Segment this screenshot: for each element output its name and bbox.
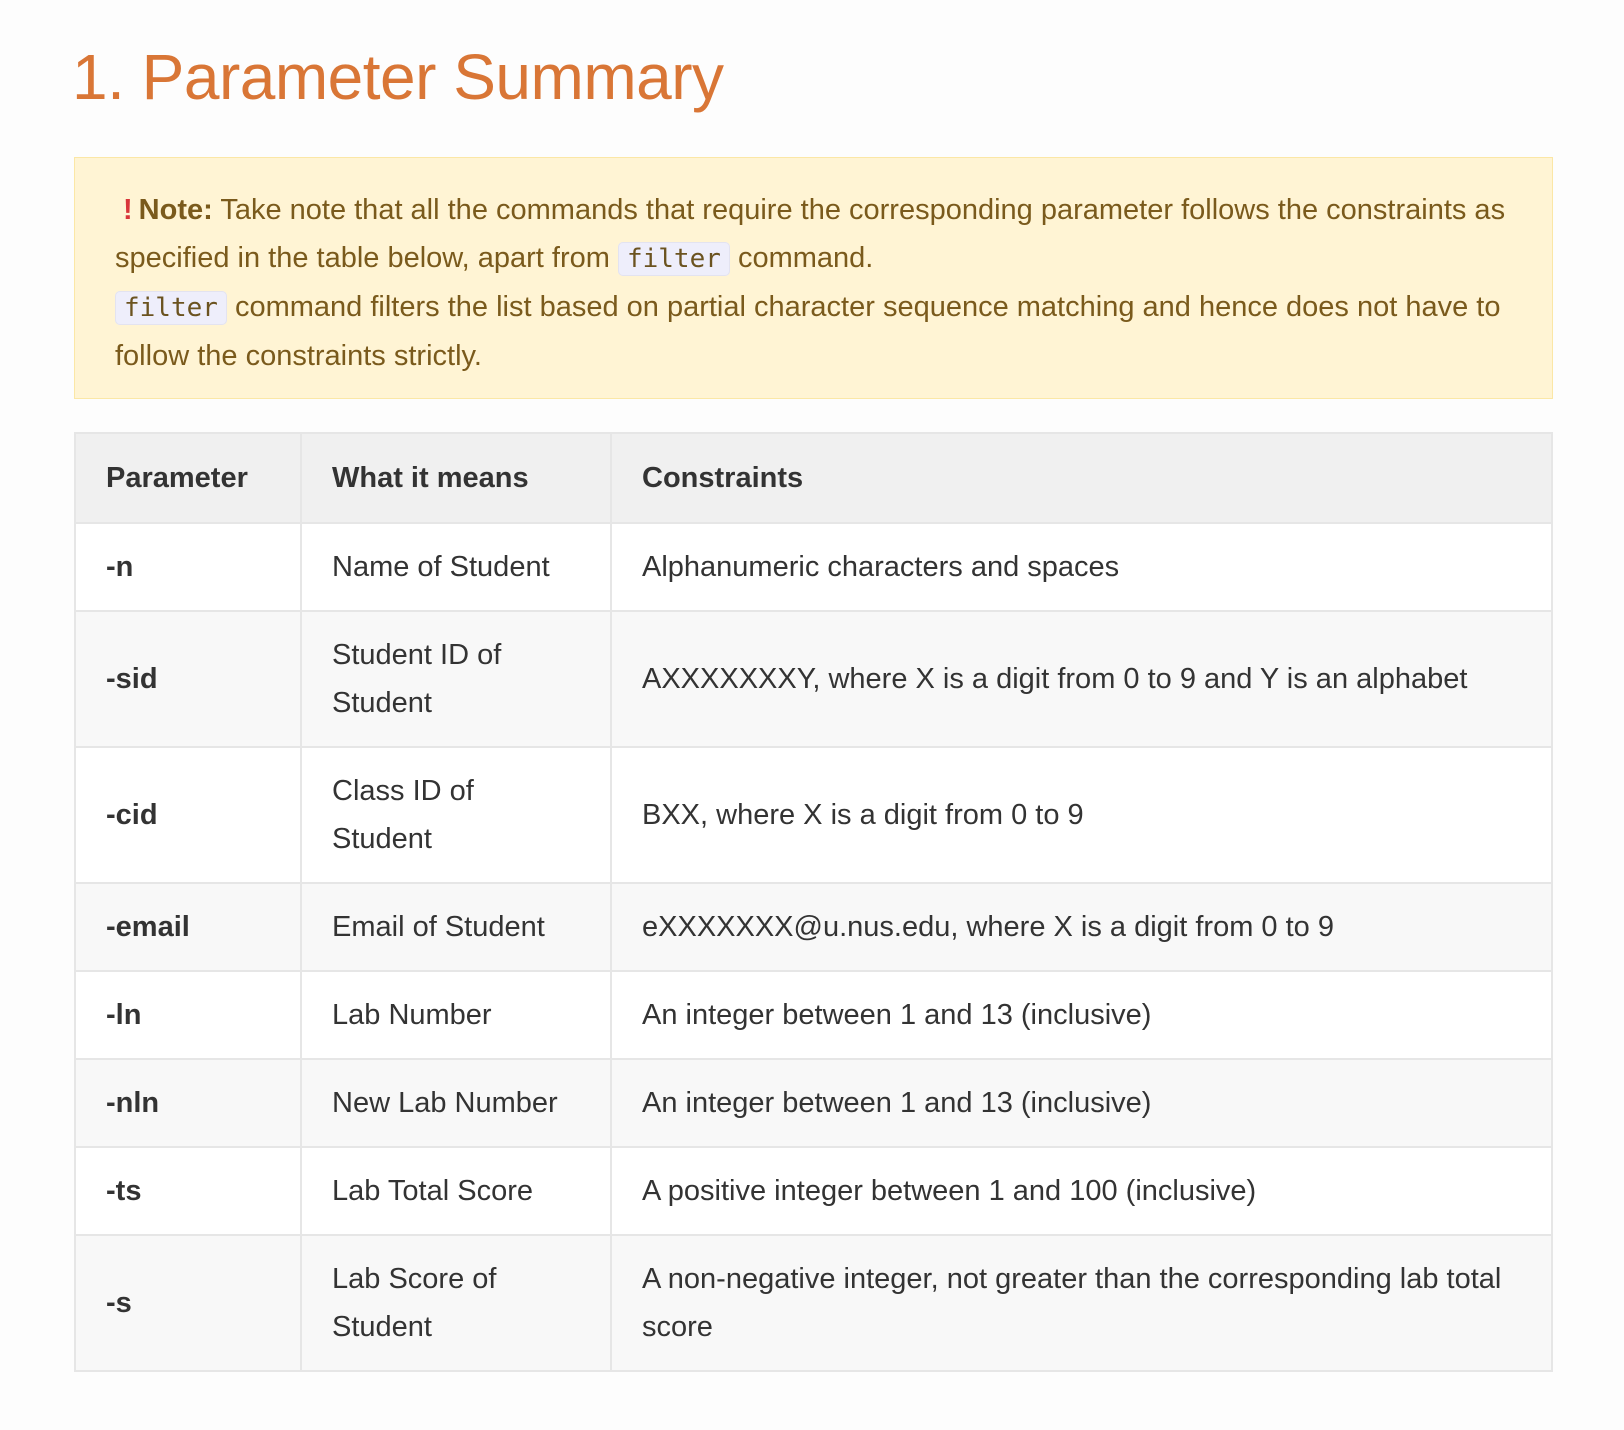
table-row: -s Lab Score of Student A non-negative int… <box>74 1234 1553 1372</box>
meaning-cell: Class ID of Student <box>300 746 612 884</box>
inline-code: filter <box>617 242 730 276</box>
parameter-cell: -s <box>74 1234 302 1372</box>
table-header-row: Parameter What it means Constraints <box>74 432 1553 524</box>
table-row: -cid Class ID of Student BXX, where X is a… <box>74 746 1553 884</box>
table-row: -email Email of Student eXXXXXXX@u.nus.edu… <box>74 882 1553 972</box>
inline-code: filter <box>115 291 227 325</box>
constraints-cell: A non-negative integer, not greater than… <box>610 1234 1553 1372</box>
table-row: -ts Lab Total Score A positive integer bet… <box>74 1146 1553 1236</box>
meaning-cell: Lab Number <box>300 970 612 1060</box>
table-row: -ln Lab Number An integer between 1 and 13… <box>74 970 1553 1060</box>
meaning-cell: Name of Student <box>300 522 612 612</box>
constraints-cell: An integer between 1 and 13 (inclusive) <box>610 1058 1553 1148</box>
constraints-cell: Alphanumeric characters and spaces <box>610 522 1553 612</box>
note-label: Note: <box>138 194 213 226</box>
parameter-cell: -n <box>74 522 302 612</box>
meaning-cell: Lab Total Score <box>300 1146 612 1236</box>
parameter-cell: -nln <box>74 1058 302 1148</box>
column-header: What it means <box>300 432 612 524</box>
column-header: Constraints <box>610 432 1553 524</box>
page-title: 1. Parameter Summary <box>72 41 724 113</box>
constraints-cell: BXX, where X is a digit from 0 to 9 <box>610 746 1553 884</box>
meaning-cell: Email of Student <box>300 882 612 972</box>
table-row: -nln New Lab Number An integer between 1 a… <box>74 1058 1553 1148</box>
table-row: -n Name of Student Alphanumeric characters… <box>74 522 1553 612</box>
constraints-cell: eXXXXXXX@u.nus.edu, where X is a digit f… <box>610 882 1553 972</box>
column-header: Parameter <box>74 432 302 524</box>
note-callout: ! Note: Take note that all the commands t… <box>74 157 1553 399</box>
parameter-cell: -ts <box>74 1146 302 1236</box>
constraints-cell: A positive integer between 1 and 100 (in… <box>610 1146 1553 1236</box>
exclamation-icon: ! <box>123 194 133 226</box>
meaning-cell: Lab Score of Student <box>300 1234 612 1372</box>
note-text: command. <box>729 242 874 274</box>
parameter-table: Parameter What it means Constraints -n Na… <box>74 432 1553 1372</box>
note-text: command filters the list based on partia… <box>115 291 1501 372</box>
constraints-cell: An integer between 1 and 13 (inclusive) <box>610 970 1553 1060</box>
meaning-cell: New Lab Number <box>300 1058 612 1148</box>
constraints-cell: AXXXXXXXY, where X is a digit from 0 to … <box>610 610 1553 748</box>
meaning-cell: Student ID of Student <box>300 610 612 748</box>
table-row: -sid Student ID of Student AXXXXXXXY, wher… <box>74 610 1553 748</box>
parameter-cell: -cid <box>74 746 302 884</box>
parameter-cell: -sid <box>74 610 302 748</box>
parameter-cell: -ln <box>74 970 302 1060</box>
parameter-cell: -email <box>74 882 302 972</box>
